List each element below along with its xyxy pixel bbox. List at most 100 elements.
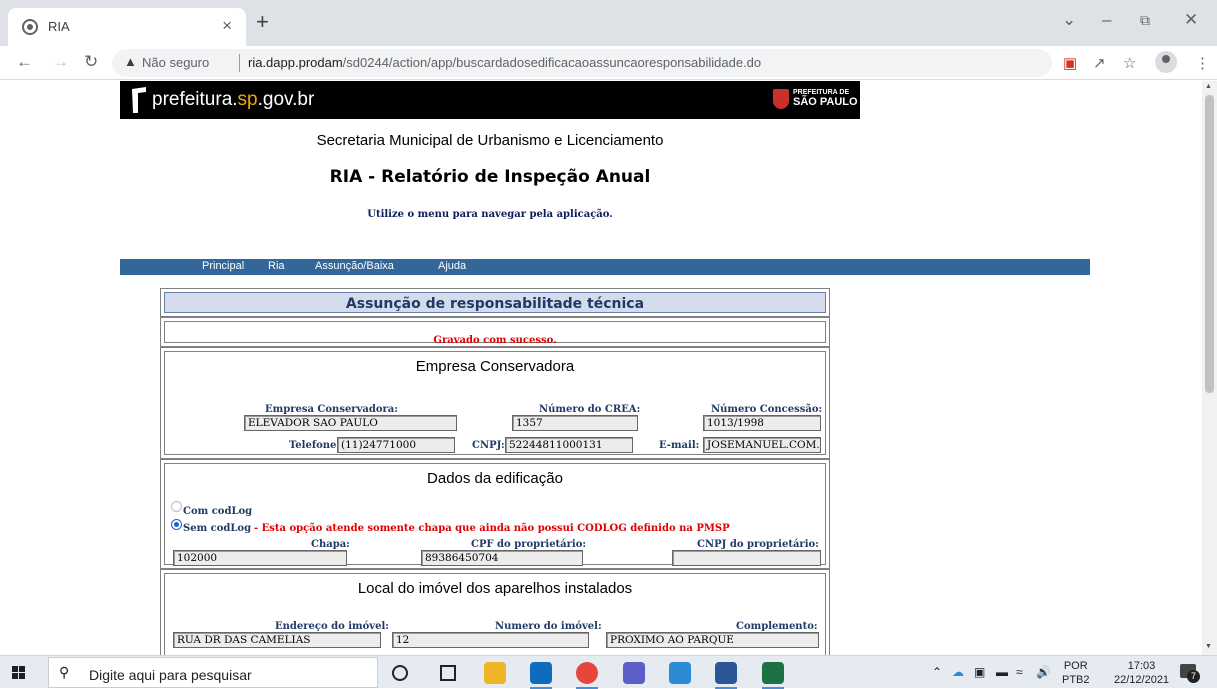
tab-title: RIA bbox=[48, 19, 70, 34]
complemento-label: Complemento: bbox=[736, 621, 818, 632]
cortana-icon[interactable] bbox=[392, 665, 408, 681]
numero-label: Numero do imóvel: bbox=[495, 621, 602, 632]
empresa-section-title: Empresa Conservadora bbox=[415, 358, 575, 375]
url-host: ria.dapp.prodam bbox=[248, 55, 343, 70]
site-prefix: prefeitura. bbox=[152, 89, 238, 110]
telefone-field[interactable]: (11)24771000 bbox=[337, 437, 455, 453]
edificacao-box: Dados da edificação Com codLog Sem codLo… bbox=[164, 463, 826, 566]
secretaria-heading: Secretaria Municipal de Urbanismo e Lice… bbox=[316, 132, 664, 149]
tab-close-button[interactable]: × bbox=[222, 16, 232, 36]
language-indicator[interactable]: POR PTB2 bbox=[1062, 659, 1090, 687]
scroll-up-icon[interactable]: ▲ bbox=[1205, 83, 1212, 90]
site-suffix: .gov.br bbox=[257, 89, 315, 110]
scrollbar-thumb[interactable] bbox=[1205, 95, 1214, 393]
file-explorer-icon[interactable] bbox=[484, 662, 506, 684]
word-icon[interactable] bbox=[715, 662, 737, 689]
endereco-label: Endereço do imóvel: bbox=[275, 621, 389, 632]
menu-item-ria[interactable]: Ria bbox=[268, 260, 285, 272]
battery-icon[interactable]: ▬ bbox=[996, 665, 1008, 679]
forward-icon[interactable]: → bbox=[52, 52, 69, 72]
clock-time: 17:03 bbox=[1127, 660, 1156, 672]
cast-icon[interactable]: ▣ bbox=[1063, 54, 1077, 72]
prefeitura-logo-icon bbox=[132, 87, 146, 113]
profile-icon[interactable] bbox=[1155, 51, 1177, 73]
restore-icon[interactable]: ⧉ bbox=[1140, 12, 1150, 29]
kebab-menu-icon[interactable]: ⋮ bbox=[1195, 54, 1210, 72]
back-icon[interactable]: ← bbox=[16, 52, 33, 72]
teams-icon[interactable] bbox=[623, 662, 645, 684]
scroll-down-icon[interactable]: ▼ bbox=[1205, 643, 1212, 650]
chapa-field[interactable]: 102000 bbox=[173, 550, 347, 566]
complemento-field[interactable]: PROXIMO AO PARQUE bbox=[606, 632, 819, 648]
url-field[interactable]: ▲ Não seguro ria.dapp.prodam/sd0244/acti… bbox=[112, 49, 1052, 77]
search-icon: ⚲ bbox=[59, 664, 70, 680]
phone-link-icon[interactable] bbox=[669, 662, 691, 684]
browser-tab[interactable]: RIA × bbox=[8, 8, 246, 46]
concessao-field[interactable]: 1013/1998 bbox=[703, 415, 821, 431]
windows-start-icon[interactable] bbox=[12, 666, 26, 680]
concessao-label: Número Concessão: bbox=[711, 404, 823, 415]
volume-icon[interactable]: 🔊 bbox=[1036, 665, 1051, 679]
endereco-field[interactable]: RUA DR DAS CAMELIAS bbox=[173, 632, 381, 648]
local-panel: Local do imóvel dos aparelhos instalados… bbox=[160, 569, 830, 655]
edificacao-panel: Dados da edificação Com codLog Sem codLo… bbox=[160, 459, 830, 569]
success-message: Gravado com sucesso. bbox=[433, 335, 557, 346]
browser-tab-strip: RIA × + ⌄ – ⧉ ✕ bbox=[0, 0, 1217, 46]
cnpj-proprietario-label: CNPJ do proprietário: bbox=[697, 539, 819, 550]
empresa-field[interactable]: ELEVADOR SAO PAULO bbox=[244, 415, 457, 431]
excel-icon[interactable] bbox=[762, 662, 784, 689]
outlook-icon[interactable] bbox=[530, 662, 552, 689]
edificacao-section-title: Dados da edificação bbox=[427, 470, 563, 487]
menu-item-principal[interactable]: Principal bbox=[202, 260, 244, 272]
divider bbox=[239, 54, 240, 72]
share-icon[interactable]: ↗ bbox=[1093, 54, 1106, 72]
taskbar-clock[interactable]: 17:03 22/12/2021 bbox=[1114, 659, 1169, 687]
empresa-label: Empresa Conservadora: bbox=[265, 404, 398, 415]
notifications-icon[interactable]: 7 bbox=[1180, 664, 1200, 683]
tray-chevron-icon[interactable]: ⌃ bbox=[932, 665, 942, 679]
crea-label: Número do CREA: bbox=[539, 404, 641, 415]
keyboard-layout: PTB2 bbox=[1062, 674, 1090, 686]
language-code: POR bbox=[1063, 660, 1088, 672]
logo-line1: PREFEITURA DE bbox=[793, 89, 850, 96]
cnpj-field[interactable]: 52244811000131 bbox=[505, 437, 633, 453]
tray-app-icon[interactable]: ▣ bbox=[974, 665, 985, 679]
tab-search-icon[interactable]: ⌄ bbox=[1062, 10, 1076, 30]
reload-icon[interactable]: ↻ bbox=[84, 52, 98, 72]
page-scrollbar[interactable]: ▲ ▼ bbox=[1202, 81, 1217, 655]
menu-item-assuncao[interactable]: Assunção/Baixa bbox=[315, 260, 394, 272]
not-secure-label[interactable]: Não seguro bbox=[142, 55, 209, 70]
message-panel: Gravado com sucesso. bbox=[160, 317, 830, 347]
menu-item-ajuda[interactable]: Ajuda bbox=[438, 260, 466, 272]
star-icon[interactable]: ☆ bbox=[1123, 54, 1136, 72]
url-text[interactable]: ria.dapp.prodam/sd0244/action/app/buscar… bbox=[248, 55, 761, 70]
com-codlog-radio[interactable] bbox=[171, 501, 182, 512]
wifi-icon[interactable]: ≈ bbox=[1016, 665, 1023, 679]
empresa-box: Empresa Conservadora Empresa Conservador… bbox=[164, 351, 826, 455]
site-sp: sp bbox=[237, 89, 258, 110]
minimize-icon[interactable]: – bbox=[1102, 10, 1111, 30]
sem-codlog-radio[interactable] bbox=[171, 519, 182, 530]
windows-taskbar: ⚲ Digite aqui para pesquisar ⌃ ☁ ▣ ▬ ≈ 🔊… bbox=[0, 655, 1217, 689]
sem-codlog-note: - Esta opção atende somente chapa que ai… bbox=[254, 523, 730, 534]
com-codlog-label[interactable]: Com codLog bbox=[183, 506, 252, 517]
task-view-icon[interactable] bbox=[440, 665, 456, 681]
numero-field[interactable]: 12 bbox=[392, 632, 589, 648]
chrome-icon[interactable] bbox=[576, 662, 598, 689]
navigation-hint: Utilize o menu para navegar pela aplicaç… bbox=[367, 209, 613, 220]
crea-field[interactable]: 1357 bbox=[512, 415, 638, 431]
local-section-title: Local do imóvel dos aparelhos instalados bbox=[357, 580, 633, 597]
email-field[interactable]: JOSEMANUEL.COM.B bbox=[703, 437, 821, 453]
email-label: E-mail: bbox=[659, 440, 700, 451]
sem-codlog-label[interactable]: Sem codLog bbox=[183, 523, 251, 534]
new-tab-button[interactable]: + bbox=[256, 11, 269, 33]
cpf-field[interactable]: 89386450704 bbox=[421, 550, 583, 566]
site-banner: prefeitura.sp.gov.br PREFEITURA DE SÃO P… bbox=[120, 81, 860, 119]
warning-icon[interactable]: ▲ bbox=[124, 54, 137, 69]
window-close-icon[interactable]: ✕ bbox=[1184, 10, 1198, 30]
cnpj-proprietario-field[interactable] bbox=[672, 550, 821, 566]
site-url-logo[interactable]: prefeitura.sp.gov.br bbox=[152, 89, 314, 111]
cpf-label: CPF do proprietário: bbox=[471, 539, 587, 550]
onedrive-icon[interactable]: ☁ bbox=[952, 665, 964, 679]
taskbar-search-box[interactable]: ⚲ Digite aqui para pesquisar bbox=[48, 657, 378, 688]
